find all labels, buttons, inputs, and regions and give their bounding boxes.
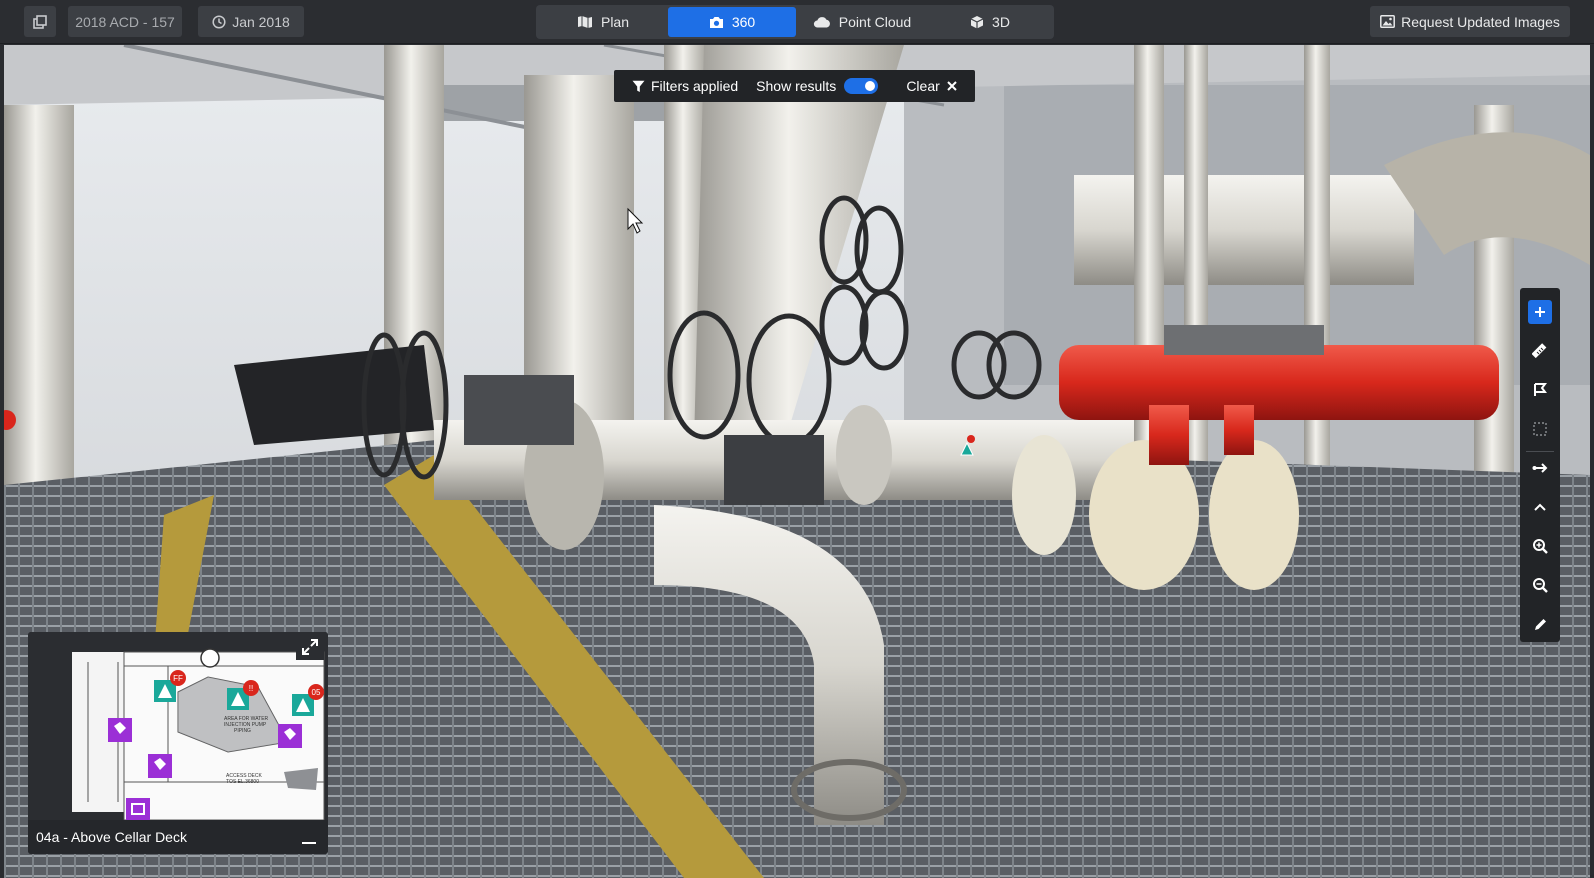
clear-label: Clear [906, 78, 940, 94]
issue-marker-label: 05 [312, 688, 321, 697]
dataset-label: 2018 ACD - 157 [75, 13, 175, 30]
issue-marker[interactable]: 05 [308, 684, 324, 700]
minimize-minimap-button[interactable] [302, 842, 316, 844]
draw-button[interactable] [1528, 612, 1552, 636]
top-toolbar: 2018 ACD - 157 Jan 2018 Plan 360 Point C… [0, 0, 1594, 44]
minimap-location-bar: 04a - Above Cellar Deck [28, 820, 328, 854]
tab-3d-label: 3D [992, 14, 1010, 30]
selection-icon [1533, 422, 1547, 436]
request-button-label: Request Updated Images [1401, 13, 1560, 30]
tab-point-cloud-label: Point Cloud [838, 14, 912, 30]
tab-3d[interactable]: 3D [928, 7, 1052, 37]
minimap-location-label: 04a - Above Cellar Deck [36, 829, 187, 845]
ruler-icon [1532, 343, 1547, 359]
cloud-icon [813, 17, 830, 28]
move-up-button[interactable] [1528, 495, 1552, 519]
filter-icon [632, 80, 645, 92]
minimap-panel: AREA FOR WATER INJECTION PUMP PIPING ACC… [28, 632, 328, 854]
issue-marker-label: FF [173, 674, 183, 683]
tag-marker[interactable] [278, 724, 302, 748]
pencil-icon [1534, 618, 1546, 630]
area-select-button[interactable] [1528, 417, 1552, 441]
tab-360[interactable]: 360 [668, 7, 796, 37]
link-button[interactable] [1528, 456, 1552, 480]
tag-marker[interactable] [108, 718, 132, 742]
dataset-selector[interactable]: 2018 ACD - 157 [68, 6, 182, 37]
tab-plan-label: Plan [600, 14, 630, 30]
zoom-out-button[interactable] [1528, 573, 1552, 597]
measure-button[interactable] [1528, 339, 1552, 363]
date-label: Jan 2018 [232, 13, 290, 30]
minimap-text-tos: TOS EL.36800 [226, 779, 259, 785]
tab-plan[interactable]: Plan [538, 7, 668, 37]
chevron-up-icon [1534, 503, 1546, 511]
map-icon [577, 16, 592, 28]
zoom-in-icon [1532, 538, 1548, 554]
close-icon [947, 81, 957, 91]
issue-marker-label: !! [249, 684, 253, 693]
cube-icon [970, 16, 984, 29]
minimap-plan[interactable]: AREA FOR WATER INJECTION PUMP PIPING ACC… [28, 632, 328, 820]
show-results-toggle[interactable] [844, 78, 879, 94]
filter-bar: Filters applied Show results Clear [614, 70, 975, 102]
filters-applied-label: Filters applied [651, 78, 739, 94]
flag-button[interactable] [1528, 378, 1552, 402]
tab-point-cloud[interactable]: Point Cloud [796, 7, 928, 37]
camera-icon [709, 16, 723, 28]
flag-icon [1534, 383, 1547, 396]
expand-icon [302, 639, 318, 655]
tag-marker[interactable] [148, 754, 172, 778]
show-results-label: Show results [756, 78, 837, 94]
tag-marker[interactable] [126, 798, 150, 820]
request-updated-images-button[interactable]: Request Updated Images [1370, 6, 1570, 37]
minimap-text-piping: PIPING [234, 728, 251, 734]
layers-icon [33, 14, 47, 29]
layers-button[interactable] [24, 6, 56, 37]
clock-icon [212, 14, 226, 29]
tool-separator [1526, 451, 1554, 452]
add-annotation-button[interactable] [1528, 300, 1552, 324]
clear-filters-button[interactable]: Clear [906, 78, 957, 94]
arrow-right-icon [1532, 463, 1548, 473]
tool-rail [1520, 288, 1560, 642]
issue-marker[interactable]: !! [243, 680, 259, 696]
date-selector[interactable]: Jan 2018 [198, 6, 304, 37]
issue-marker[interactable]: FF [170, 670, 186, 686]
expand-minimap-button[interactable] [296, 634, 324, 660]
zoom-in-button[interactable] [1528, 534, 1552, 558]
tab-360-label: 360 [731, 14, 756, 30]
view-mode-tabs: Plan 360 Point Cloud 3D [536, 5, 1054, 39]
add-icon [1535, 307, 1545, 317]
image-icon [1380, 15, 1396, 28]
zoom-out-icon [1532, 577, 1548, 593]
